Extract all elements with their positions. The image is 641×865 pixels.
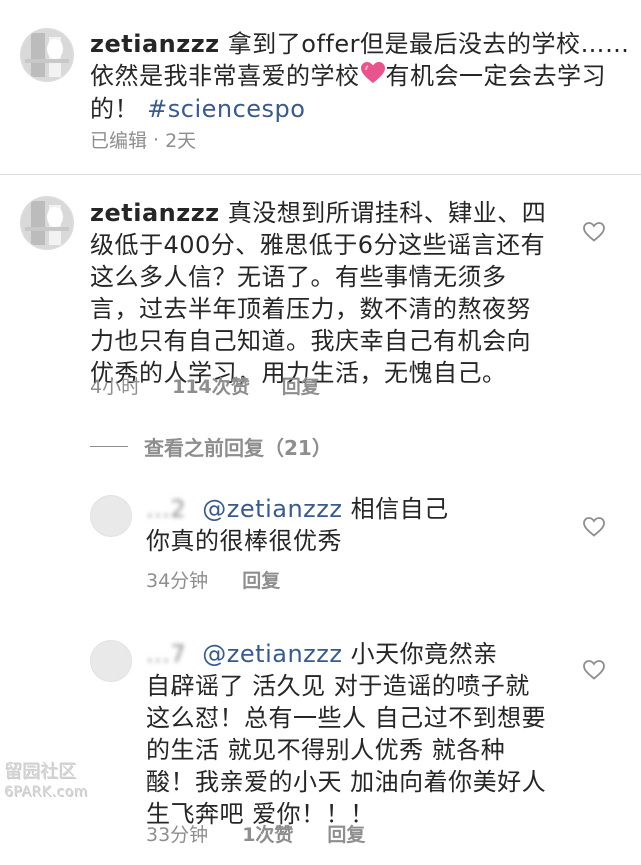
- reply-line: 这么怼！总有一些人 自己过不到想要: [146, 704, 547, 732]
- comment-meta: 4小时 114次赞 回复: [90, 372, 320, 399]
- heart-outline-icon[interactable]: [583, 222, 605, 242]
- view-previous-replies[interactable]: 查看之前回复（21）: [90, 432, 332, 461]
- caption-divider: [0, 174, 641, 175]
- reply-username-obscured[interactable]: ...2: [146, 495, 186, 523]
- reply-avatar[interactable]: [90, 495, 132, 537]
- caption-avatar[interactable]: [20, 28, 74, 82]
- caption-text: zetianzzz 拿到了offer但是最后没去的学校……依然是我非常喜爱的学校…: [90, 28, 630, 125]
- reply-line: 小天你竟然亲: [350, 640, 498, 668]
- comment-likes[interactable]: 114次赞: [172, 372, 250, 399]
- reply-line: 自辟谣了 活久见 对于造谣的喷子就: [146, 672, 530, 700]
- comment-text: zetianzzz 真没想到所谓挂科、肄业、四 级低于400分、雅思低于6分这些…: [90, 197, 590, 389]
- mention-link[interactable]: @zetianzzz: [202, 495, 342, 523]
- reply-avatar[interactable]: [90, 640, 132, 682]
- reply-time: 33分钟: [146, 824, 209, 846]
- reply-line: 酸！我亲爱的小天 加油向着你美好人: [146, 768, 547, 796]
- hashtag-link[interactable]: #sciencespo: [147, 95, 305, 123]
- reply-time: 34分钟: [146, 570, 209, 592]
- avatar-image: [21, 197, 73, 249]
- watermark-site: 6PARK.com: [4, 784, 88, 800]
- watermark-chars: 留园社区: [4, 761, 76, 782]
- caption-meta: 已编辑 · 2天: [90, 126, 196, 153]
- comment-avatar[interactable]: [20, 196, 74, 250]
- edited-label: 已编辑: [90, 130, 148, 152]
- reply-username-obscured[interactable]: ...7: [146, 640, 186, 668]
- heart-outline-icon[interactable]: [583, 517, 605, 537]
- heart-outline-icon[interactable]: [583, 660, 605, 680]
- divider-line: [90, 446, 128, 447]
- reply-text: ...7 @zetianzzz 小天你竟然亲 自辟谣了 活久见 对于造谣的喷子就…: [146, 638, 596, 830]
- pink-heart-emoji-icon: [360, 61, 386, 93]
- reply-text: ...2 @zetianzzz 相信自己 你真的很棒很优秀: [146, 493, 596, 557]
- reply-button[interactable]: 回复: [327, 820, 365, 847]
- comment-line: 级低于400分、雅思低于6分这些谣言还有: [90, 231, 546, 259]
- meta-separator: ·: [153, 128, 160, 151]
- reply-line: 相信自己: [350, 495, 449, 523]
- reply-line: 的生活 就见不得别人优秀 就各种: [146, 736, 506, 764]
- caption-time: 2天: [165, 130, 197, 152]
- comment-line: 言，过去半年顶着压力，数不清的熬夜努: [90, 295, 531, 323]
- reply-likes[interactable]: 1次赞: [242, 820, 293, 847]
- avatar-image: [21, 29, 73, 81]
- mention-link[interactable]: @zetianzzz: [202, 640, 342, 668]
- watermark: 留园社区 6PARK.com: [4, 762, 88, 802]
- reply-meta: 34分钟 回复: [146, 566, 280, 593]
- reply-meta: 33分钟 1次赞 回复: [146, 820, 365, 847]
- caption-username[interactable]: zetianzzz: [90, 30, 220, 58]
- comment-username[interactable]: zetianzzz: [90, 199, 220, 227]
- comment-line: 力也只有自己知道。我庆幸自己有机会向: [90, 327, 531, 355]
- reply-button[interactable]: 回复: [242, 566, 280, 593]
- reply-line: 你真的很棒很优秀: [146, 527, 342, 555]
- comment-line: 这么多人信？无语了。有些事情无须多: [90, 263, 507, 291]
- comment-line: 真没想到所谓挂科、肄业、四: [227, 199, 547, 227]
- view-previous-label: 查看之前回复（21）: [144, 436, 332, 460]
- comment-time: 4小时: [90, 376, 141, 398]
- reply-button[interactable]: 回复: [282, 372, 320, 399]
